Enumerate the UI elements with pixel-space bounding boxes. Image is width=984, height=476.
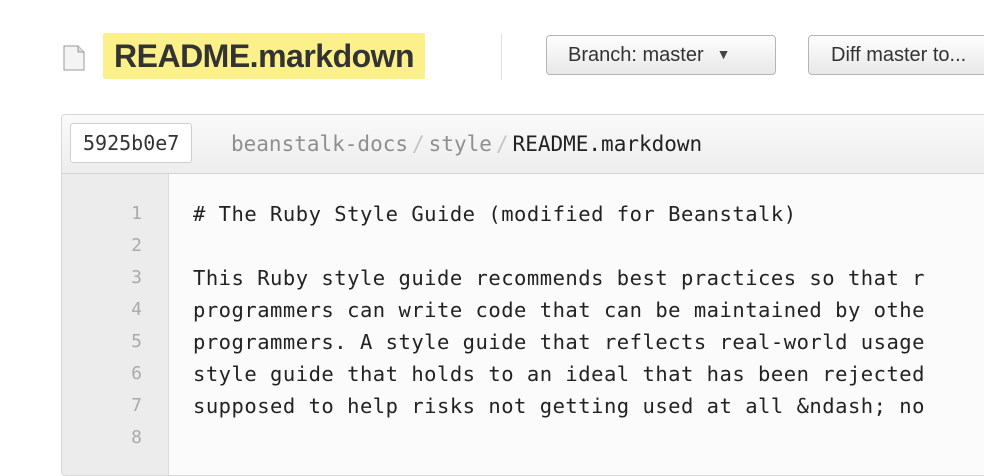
commit-hash[interactable]: 5925b0e7 bbox=[70, 123, 193, 163]
code-line: supposed to help risks not getting used … bbox=[193, 394, 925, 418]
diff-button[interactable]: Diff master to... bbox=[808, 35, 984, 75]
header-divider bbox=[501, 34, 502, 80]
breadcrumb-current-file: README.markdown bbox=[512, 132, 703, 156]
branch-select-button[interactable]: Branch: master ▼ bbox=[546, 35, 776, 75]
breadcrumb-folder-link[interactable]: style bbox=[429, 132, 492, 156]
line-number[interactable]: 8 bbox=[62, 422, 142, 454]
code-line: programmers. A style guide that reflects… bbox=[193, 330, 925, 354]
line-number[interactable]: 1 bbox=[62, 198, 142, 230]
line-number[interactable]: 6 bbox=[62, 358, 142, 390]
code-line: This Ruby style guide recommends best pr… bbox=[193, 266, 925, 290]
code-line: style guide that holds to an ideal that … bbox=[193, 362, 925, 386]
breadcrumb: beanstalk-docs / style / README.markdown bbox=[231, 115, 702, 173]
line-number[interactable]: 5 bbox=[62, 326, 142, 358]
path-bar: 5925b0e7 beanstalk-docs / style / README.mar… bbox=[62, 115, 984, 174]
caret-down-icon: ▼ bbox=[716, 46, 731, 62]
line-number[interactable]: 2 bbox=[62, 230, 142, 262]
breadcrumb-separator: / bbox=[495, 132, 509, 156]
file-icon bbox=[63, 45, 85, 71]
page-title: README.markdown bbox=[103, 33, 426, 79]
line-number[interactable]: 3 bbox=[62, 262, 142, 294]
line-number[interactable]: 7 bbox=[62, 390, 142, 422]
line-number[interactable]: 4 bbox=[62, 294, 142, 326]
breadcrumb-repo-link[interactable]: beanstalk-docs bbox=[231, 132, 408, 156]
line-number-gutter: 1 2 3 4 5 6 7 8 bbox=[62, 174, 169, 475]
code-view: 1 2 3 4 5 6 7 8 # The Ruby Style Guide (… bbox=[62, 174, 984, 475]
branch-button-label: Branch: master bbox=[568, 44, 704, 66]
code-line: programmers can write code that can be m… bbox=[193, 298, 925, 322]
file-viewer: 5925b0e7 beanstalk-docs / style / README.mar… bbox=[61, 114, 984, 476]
breadcrumb-separator: / bbox=[412, 132, 425, 156]
code-line: # The Ruby Style Guide (modified for Bea… bbox=[193, 202, 797, 226]
